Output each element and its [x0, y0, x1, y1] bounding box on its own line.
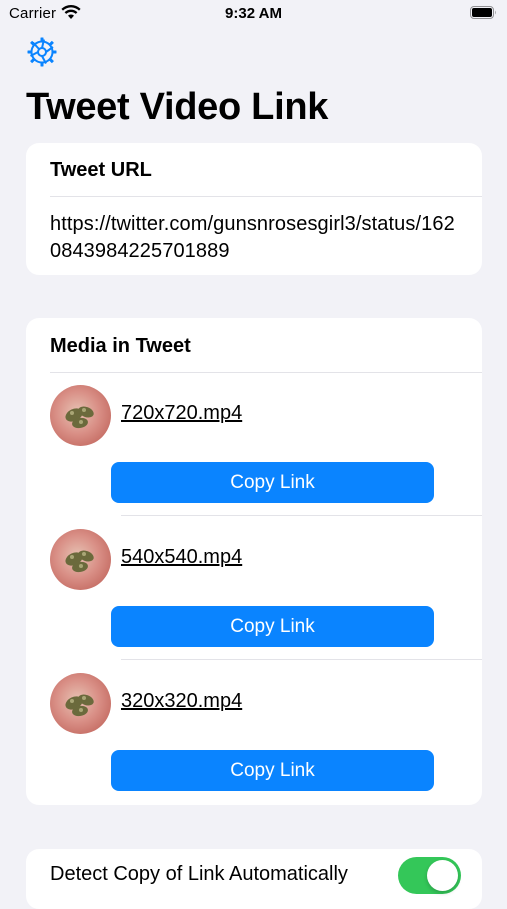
toggle-knob: [427, 860, 458, 891]
tweet-url-header: Tweet URL: [50, 159, 152, 181]
video-thumbnail: [50, 529, 111, 590]
detect-copy-toggle[interactable]: [398, 857, 461, 894]
settings-gear-icon[interactable]: [26, 36, 58, 68]
media-item: 320x320.mp4 Copy Link: [26, 660, 482, 804]
status-time: 9:32 AM: [225, 5, 282, 22]
thumbnail-image-icon: [65, 550, 94, 573]
media-file-link[interactable]: 540x540.mp4: [121, 546, 242, 569]
status-bar: Carrier 9:32 AM: [0, 0, 507, 28]
copy-link-button[interactable]: Copy Link: [111, 750, 434, 791]
auto-detect-card: Detect Copy of Link Automatically: [26, 849, 482, 909]
video-thumbnail: [50, 385, 111, 446]
detect-copy-label: Detect Copy of Link Automatically: [50, 863, 348, 885]
copy-link-button[interactable]: Copy Link: [111, 606, 434, 647]
thumbnail-image-icon: [65, 406, 94, 429]
tweet-url-value[interactable]: https://twitter.com/gunsnrosesgirl3/stat…: [50, 211, 460, 265]
media-header: Media in Tweet: [50, 335, 191, 357]
tweet-url-card: Tweet URL https://twitter.com/gunsnroses…: [26, 143, 482, 275]
video-thumbnail: [50, 673, 111, 734]
copy-link-button[interactable]: Copy Link: [111, 462, 434, 503]
media-item: 540x540.mp4 Copy Link: [26, 516, 482, 660]
page-title: Tweet Video Link: [26, 86, 329, 128]
battery-icon: [470, 6, 496, 19]
media-card: Media in Tweet 720x720.mp4 Copy Link 540…: [26, 318, 482, 805]
media-file-link[interactable]: 720x720.mp4: [121, 402, 242, 425]
media-file-link[interactable]: 320x320.mp4: [121, 690, 242, 713]
divider: [50, 196, 482, 197]
media-item: 720x720.mp4 Copy Link: [26, 372, 482, 516]
thumbnail-image-icon: [65, 694, 94, 717]
